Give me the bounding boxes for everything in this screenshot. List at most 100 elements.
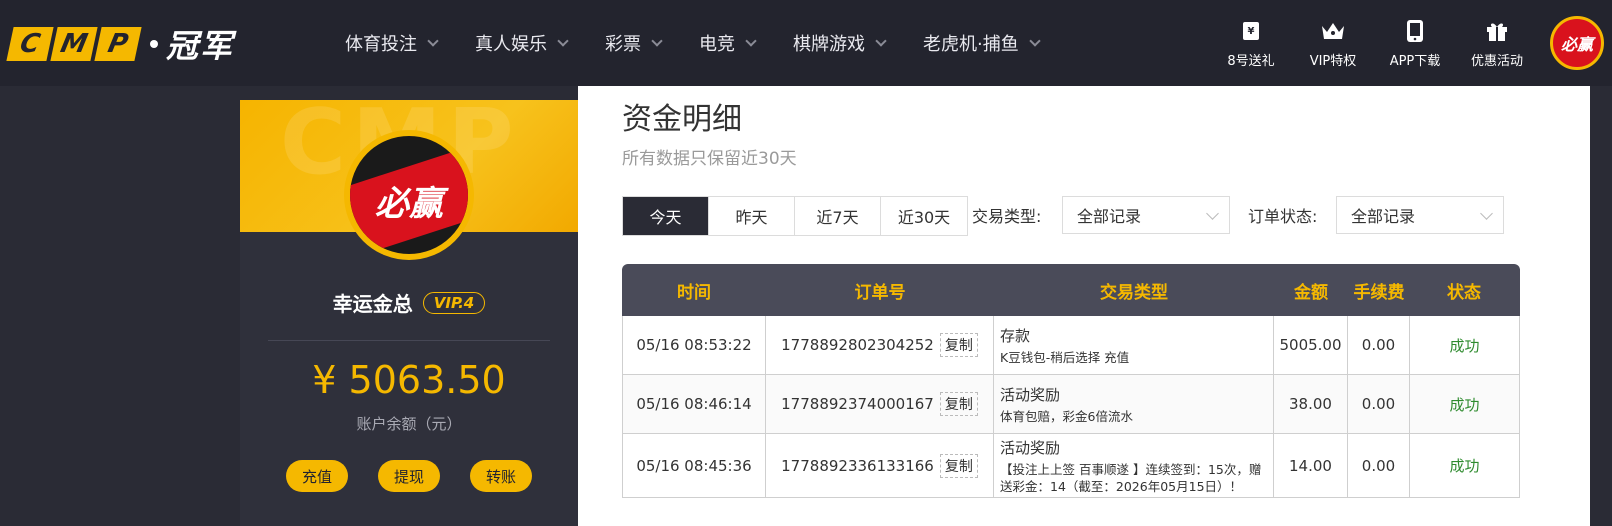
profile-actions: 充值 提现 转账: [240, 460, 578, 492]
tab-yesterday[interactable]: 昨天: [709, 197, 795, 235]
column-header: 状态: [1447, 282, 1481, 303]
nav-label: 老虎机·捕鱼: [923, 34, 1019, 55]
type-detail: 体育包赔，彩金6倍流水: [1000, 408, 1133, 424]
order-number: 1778892374000167: [781, 395, 934, 413]
nav-label: 电竞: [699, 34, 735, 55]
copy-button[interactable]: 复制: [939, 392, 978, 416]
nav-item-live-casino[interactable]: 真人娱乐: [475, 30, 569, 56]
cell-amount: 38.00: [1274, 375, 1348, 433]
nav-promotions[interactable]: 优惠活动: [1456, 18, 1538, 69]
cell-order: 1778892336133166 复制: [766, 434, 994, 497]
chevron-down-icon: [427, 34, 439, 47]
nav-label: 优惠活动: [1470, 53, 1523, 69]
top-navbar: C M P 冠军 体育投注 真人娱乐 彩票 电竞 棋牌游戏 老虎机·捕鱼 ¥ 8…: [0, 0, 1612, 86]
chevron-down-icon: [875, 34, 887, 47]
nav-label: 8号送礼: [1227, 53, 1275, 69]
order-number: 1778892802304252: [781, 336, 934, 354]
svg-text:¥: ¥: [1248, 26, 1255, 37]
transactions-table: 时间 订单号 交易类型 金额 手续费 状态 05/16 08:53:22 177…: [622, 264, 1520, 498]
nav-item-lottery[interactable]: 彩票: [605, 30, 663, 56]
cell-status: 成功: [1449, 395, 1480, 414]
column-header: 金额: [1294, 282, 1328, 303]
nav-label: VIP特权: [1309, 53, 1357, 69]
chevron-down-icon: [1206, 207, 1219, 220]
cell-type: 活动奖励 体育包赔，彩金6倍流水: [994, 375, 1274, 433]
nav-vip[interactable]: VIP特权: [1292, 18, 1374, 69]
nav-item-board-games[interactable]: 棋牌游戏: [793, 30, 887, 56]
type-detail: K豆钱包-稍后选择 充值: [1000, 349, 1130, 365]
column-header: 手续费: [1353, 282, 1405, 303]
chevron-down-icon: [745, 34, 757, 47]
transaction-type-label: 交易类型:: [972, 207, 1042, 226]
nav-label: 彩票: [605, 34, 641, 55]
table-row: 05/16 08:45:36 1778892336133166 复制 活动奖励 …: [622, 434, 1520, 498]
vip-badge: VIP.4: [422, 291, 486, 314]
date-tabs: 今天 昨天 近7天 近30天: [622, 196, 968, 236]
nav-label: 体育投注: [345, 34, 417, 55]
cell-time: 05/16 08:45:36: [623, 434, 766, 497]
chevron-down-icon: [1480, 207, 1493, 220]
logo-letter: C: [6, 27, 54, 61]
balance-label: 账户余额（元）: [356, 415, 462, 433]
withdraw-button[interactable]: 提现: [378, 460, 440, 492]
cell-order: 1778892802304252 复制: [766, 316, 994, 374]
username: 幸运金总: [332, 292, 413, 316]
type-main: 活动奖励: [1000, 385, 1061, 404]
type-main: 存款: [1000, 326, 1031, 345]
column-header: 订单号: [854, 282, 906, 303]
nav-label: APP下载: [1389, 53, 1441, 69]
order-status-label: 订单状态:: [1248, 207, 1318, 226]
tab-today[interactable]: 今天: [623, 197, 709, 235]
nav-item-sports[interactable]: 体育投注: [345, 30, 439, 56]
nav-label: 棋牌游戏: [793, 34, 865, 55]
profile-info: 幸运金总 VIP.4 ¥ 5063.50 账户余额（元） 充值 提现 转账: [240, 100, 578, 526]
cell-status: 成功: [1449, 336, 1480, 355]
tab-last-7-days[interactable]: 近7天: [795, 197, 881, 235]
gift-icon: [1484, 18, 1510, 44]
logo-letters: C M P: [6, 27, 142, 61]
table-row: 05/16 08:53:22 1778892802304252 复制 存款 K豆…: [622, 316, 1520, 375]
cell-type: 存款 K豆钱包-稍后选择 充值: [994, 316, 1274, 374]
copy-button[interactable]: 复制: [939, 333, 978, 357]
username-row: 幸运金总 VIP.4: [240, 288, 578, 317]
table-row: 05/16 08:46:14 1778892374000167 复制 活动奖励 …: [622, 375, 1520, 434]
user-avatar[interactable]: 必赢: [1550, 16, 1604, 70]
nav-item-slots-fishing[interactable]: 老虎机·捕鱼: [923, 30, 1041, 56]
nav-gift-8th[interactable]: ¥ 8号送礼: [1210, 18, 1292, 69]
page-subtitle: 所有数据只保留近30天: [622, 149, 797, 169]
column-header: 时间: [677, 282, 711, 303]
nav-item-esports[interactable]: 电竞: [699, 30, 757, 56]
select-value: 全部记录: [1351, 207, 1416, 226]
cell-fee: 0.00: [1348, 316, 1410, 374]
cell-fee: 0.00: [1348, 375, 1410, 433]
table-header: 时间 订单号 交易类型 金额 手续费 状态: [622, 264, 1520, 316]
divider: [268, 340, 550, 341]
order-status-select[interactable]: 全部记录: [1336, 196, 1504, 234]
page-title: 资金明细: [622, 102, 742, 137]
cell-time: 05/16 08:46:14: [623, 375, 766, 433]
nav-label: 真人娱乐: [475, 34, 547, 55]
type-detail: 【投注上上签 百事顺遂 】连续签到：15次，赠送彩金：14（截至：2026年05…: [1000, 461, 1262, 494]
tab-last-30-days[interactable]: 近30天: [881, 197, 967, 235]
transaction-type-select[interactable]: 全部记录: [1062, 196, 1230, 234]
cell-type: 活动奖励 【投注上上签 百事顺遂 】连续签到：15次，赠送彩金：14（截至：20…: [994, 434, 1274, 497]
logo-dot: [150, 40, 158, 48]
balance-amount: ¥ 5063.50: [312, 358, 506, 402]
main-nav: 体育投注 真人娱乐 彩票 电竞 棋牌游戏 老虎机·捕鱼: [345, 0, 1077, 86]
cell-amount: 14.00: [1274, 434, 1348, 497]
chevron-down-icon: [651, 34, 663, 47]
cell-status: 成功: [1449, 457, 1480, 475]
gift-card-icon: ¥: [1238, 18, 1264, 44]
crown-icon: [1320, 18, 1346, 44]
logo[interactable]: C M P 冠军: [6, 26, 234, 65]
copy-button[interactable]: 复制: [939, 453, 978, 478]
chevron-down-icon: [557, 34, 569, 47]
logo-letter: M: [50, 27, 98, 61]
order-number: 1778892336133166: [781, 456, 934, 475]
deposit-button[interactable]: 充值: [286, 460, 348, 492]
nav-app-download[interactable]: APP下载: [1374, 18, 1456, 69]
transfer-button[interactable]: 转账: [470, 460, 532, 492]
chevron-down-icon: [1029, 34, 1041, 47]
logo-text: 冠军: [166, 27, 235, 65]
cell-fee: 0.00: [1348, 434, 1410, 497]
